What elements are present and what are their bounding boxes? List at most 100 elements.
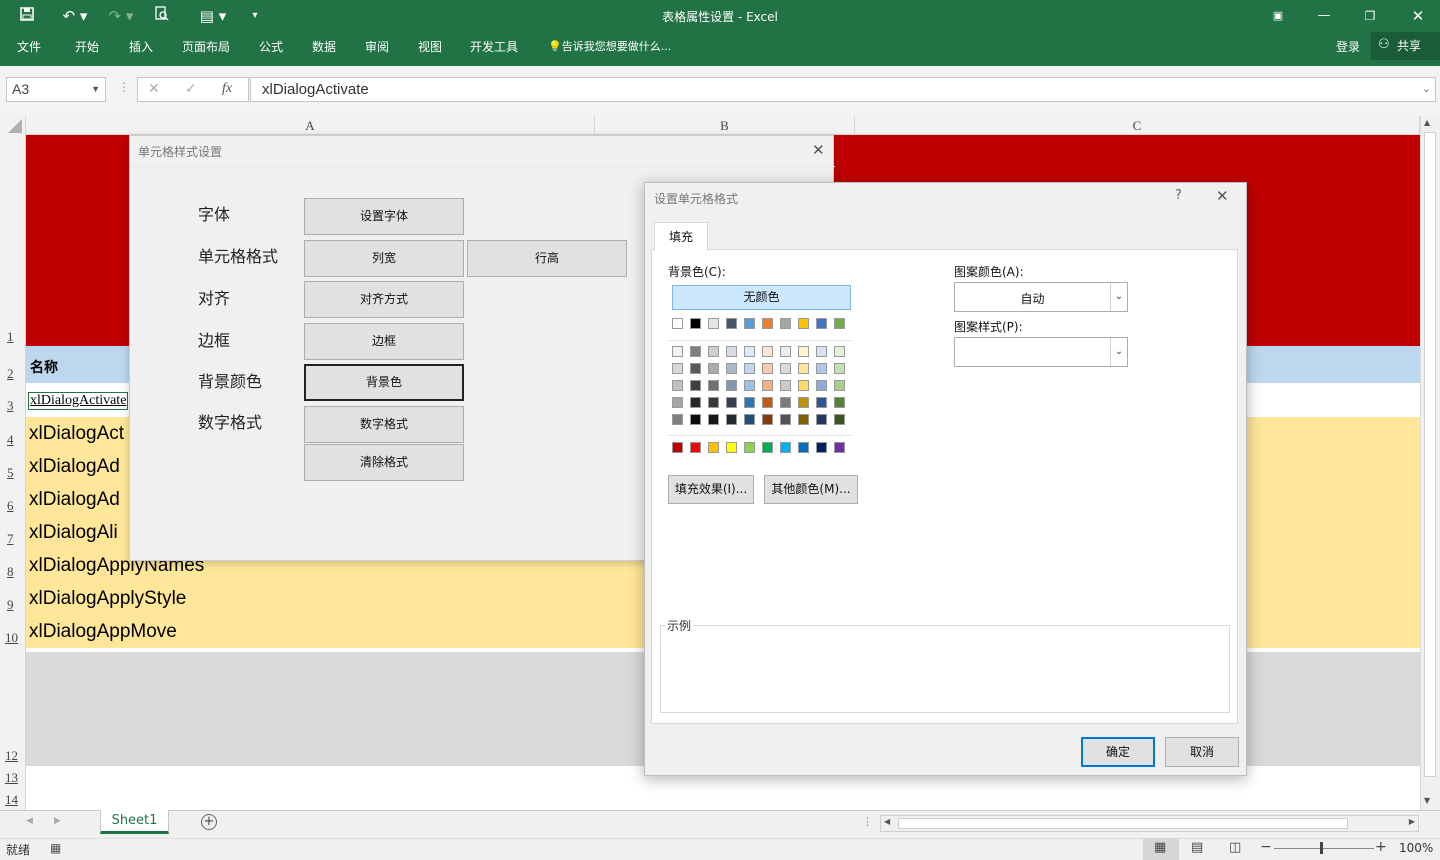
name-box[interactable]: A3 ▼ — [6, 77, 106, 102]
add-sheet-icon[interactable]: + — [201, 814, 217, 830]
cancel-entry-icon[interactable]: ✕ — [148, 81, 160, 97]
horizontal-scrollbar[interactable]: ◀ ▶ — [880, 815, 1419, 832]
row-header-7[interactable]: 7 — [0, 531, 26, 547]
tab-view[interactable]: 视图 — [418, 37, 442, 57]
cell-a10[interactable]: xlDialogAppMove — [29, 621, 177, 643]
name-box-dropdown-icon[interactable]: ▼ — [91, 78, 100, 101]
column-header-c[interactable]: C — [855, 116, 1420, 135]
theme-color-swatch-9[interactable] — [834, 318, 845, 329]
split-grip-icon[interactable]: ⋮ — [862, 815, 873, 828]
tint-r3-swatch-7[interactable] — [798, 397, 809, 408]
dialog2-close-icon[interactable]: ✕ — [1216, 187, 1229, 205]
tint-r0-swatch-1[interactable] — [690, 346, 701, 357]
scroll-left-icon[interactable]: ◀ — [884, 817, 890, 826]
prev-sheet-icon[interactable]: ◀ — [26, 816, 33, 826]
tint-r2-swatch-9[interactable] — [834, 380, 845, 391]
tint-r4-swatch-7[interactable] — [798, 414, 809, 425]
row-header-14[interactable]: 14 — [0, 792, 26, 808]
row-header-10[interactable]: 10 — [0, 630, 26, 646]
standard-color-swatch-1[interactable] — [690, 442, 701, 453]
tint-r4-swatch-5[interactable] — [762, 414, 773, 425]
tint-r3-swatch-8[interactable] — [816, 397, 827, 408]
theme-color-swatch-1[interactable] — [690, 318, 701, 329]
tint-r0-swatch-2[interactable] — [708, 346, 719, 357]
fill-effects-button[interactable]: 填充效果(I)... — [668, 475, 754, 504]
tint-r4-swatch-1[interactable] — [690, 414, 701, 425]
more-colors-button[interactable]: 其他颜色(M)... — [764, 475, 858, 504]
standard-color-swatch-6[interactable] — [780, 442, 791, 453]
tab-home[interactable]: 开始 — [75, 37, 99, 57]
cell-a6[interactable]: xlDialogAd — [29, 489, 120, 511]
vertical-scroll-thumb[interactable] — [1424, 132, 1436, 777]
tint-r1-swatch-0[interactable] — [672, 363, 683, 374]
tint-r3-swatch-5[interactable] — [762, 397, 773, 408]
row-header-2[interactable]: 2 — [0, 366, 26, 382]
tint-r4-swatch-4[interactable] — [744, 414, 755, 425]
tab-review[interactable]: 审阅 — [365, 37, 389, 57]
tint-r0-swatch-8[interactable] — [816, 346, 827, 357]
tint-r2-swatch-1[interactable] — [690, 380, 701, 391]
tab-fill[interactable]: 填充 — [654, 222, 708, 251]
column-width-button[interactable]: 列宽 — [304, 240, 464, 277]
row-header-13[interactable]: 13 — [0, 770, 26, 786]
macro-record-icon[interactable]: ▦ — [50, 841, 61, 855]
standard-color-swatch-4[interactable] — [744, 442, 755, 453]
tell-me-box[interactable]: 💡告诉我您想要做什么... — [548, 37, 671, 57]
row-header-12[interactable]: 12 — [0, 748, 26, 764]
column-header-a[interactable]: A — [26, 116, 595, 135]
set-font-button[interactable]: 设置字体 — [304, 198, 464, 235]
theme-color-swatch-2[interactable] — [708, 318, 719, 329]
scroll-right-icon[interactable]: ▶ — [1409, 817, 1415, 826]
tint-r4-swatch-2[interactable] — [708, 414, 719, 425]
sheet-tab-sheet1[interactable]: Sheet1 — [100, 810, 169, 834]
tint-r2-swatch-7[interactable] — [798, 380, 809, 391]
tint-r2-swatch-2[interactable] — [708, 380, 719, 391]
row-header-5[interactable]: 5 — [0, 465, 26, 481]
tint-r1-swatch-1[interactable] — [690, 363, 701, 374]
tint-r0-swatch-6[interactable] — [780, 346, 791, 357]
tint-r2-swatch-4[interactable] — [744, 380, 755, 391]
row-header-8[interactable]: 8 — [0, 564, 26, 580]
tint-r3-swatch-1[interactable] — [690, 397, 701, 408]
pattern-style-select[interactable]: ⌄ — [954, 337, 1128, 367]
login-link[interactable]: 登录 — [1336, 37, 1360, 57]
tint-r3-swatch-2[interactable] — [708, 397, 719, 408]
tint-r4-swatch-9[interactable] — [834, 414, 845, 425]
row-header-4[interactable]: 4 — [0, 432, 26, 448]
standard-color-swatch-3[interactable] — [726, 442, 737, 453]
zoom-in-icon[interactable]: + — [1375, 839, 1387, 855]
cell-a5[interactable]: xlDialogAd — [29, 456, 120, 478]
tint-r2-swatch-3[interactable] — [726, 380, 737, 391]
tab-data[interactable]: 数据 — [312, 37, 336, 57]
ok-button[interactable]: 确定 — [1081, 737, 1155, 767]
close-window-icon[interactable]: ✕ — [1406, 6, 1430, 26]
scroll-down-icon[interactable]: ▼ — [1424, 796, 1430, 805]
tint-r1-swatch-4[interactable] — [744, 363, 755, 374]
scroll-up-icon[interactable]: ▲ — [1424, 118, 1430, 127]
tint-r2-swatch-5[interactable] — [762, 380, 773, 391]
confirm-entry-icon[interactable]: ✓ — [185, 81, 197, 97]
tint-r0-swatch-4[interactable] — [744, 346, 755, 357]
tint-r0-swatch-9[interactable] — [834, 346, 845, 357]
tint-r4-swatch-0[interactable] — [672, 414, 683, 425]
no-color-button[interactable]: 无颜色 — [672, 285, 851, 310]
dialog1-close-icon[interactable]: ✕ — [812, 141, 825, 159]
cancel-button[interactable]: 取消 — [1165, 737, 1239, 767]
vertical-scrollbar[interactable]: ▲ ▼ — [1420, 116, 1440, 810]
tint-r4-swatch-6[interactable] — [780, 414, 791, 425]
tint-r2-swatch-0[interactable] — [672, 380, 683, 391]
row-header-3[interactable]: 3 — [0, 398, 26, 414]
theme-color-swatch-0[interactable] — [672, 318, 683, 329]
standard-color-swatch-2[interactable] — [708, 442, 719, 453]
tab-page-layout[interactable]: 页面布局 — [182, 37, 230, 57]
tint-r3-swatch-6[interactable] — [780, 397, 791, 408]
minimize-icon[interactable]: — — [1312, 6, 1336, 26]
page-break-view-icon[interactable]: ◫ — [1229, 840, 1241, 855]
cell-a9[interactable]: xlDialogApplyStyle — [29, 588, 186, 610]
zoom-slider-thumb[interactable] — [1320, 842, 1323, 854]
horizontal-scroll-thumb[interactable] — [898, 818, 1348, 829]
tint-r0-swatch-3[interactable] — [726, 346, 737, 357]
zoom-level[interactable]: 100% — [1399, 841, 1433, 855]
tint-r3-swatch-0[interactable] — [672, 397, 683, 408]
tint-r1-swatch-3[interactable] — [726, 363, 737, 374]
